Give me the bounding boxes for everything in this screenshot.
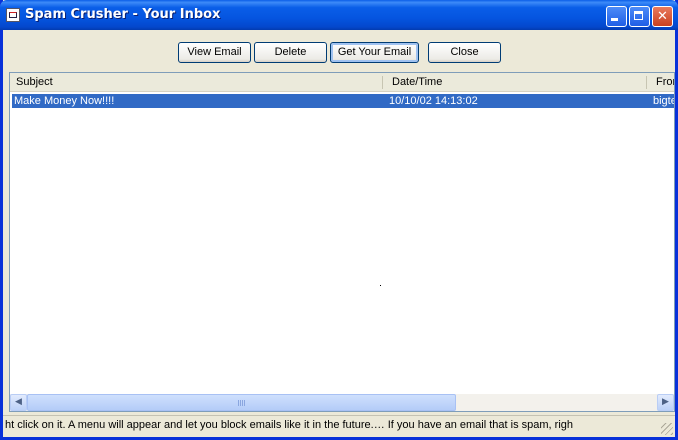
- stray-pixel: [380, 285, 381, 286]
- table-row[interactable]: Make Money Now!!!! 10/10/02 14:13:02 big…: [12, 94, 675, 108]
- status-marquee-text: ht click on it. A menu will appear and l…: [5, 419, 574, 431]
- app-icon[interactable]: [6, 8, 20, 22]
- window-title: Spam Crusher - Your Inbox: [25, 7, 221, 22]
- grip-icon: [237, 400, 246, 406]
- column-divider[interactable]: [646, 76, 647, 89]
- get-your-email-button[interactable]: Get Your Email: [330, 42, 419, 63]
- minimize-icon: [611, 18, 618, 21]
- cell-from: bigte: [653, 95, 675, 107]
- email-list[interactable]: Subject Date/Time From Make Money Now!!!…: [9, 72, 675, 412]
- cell-datetime: 10/10/02 14:13:02: [389, 95, 478, 107]
- column-header-datetime[interactable]: Date/Time: [386, 73, 646, 91]
- resize-grip-icon[interactable]: [661, 423, 673, 435]
- scroll-right-icon[interactable]: ▶: [657, 394, 674, 411]
- status-bar: ht click on it. A menu will appear and l…: [3, 415, 675, 437]
- list-header: Subject Date/Time From: [10, 73, 674, 92]
- minimize-button[interactable]: [606, 6, 627, 27]
- close-icon: ✕: [657, 9, 668, 24]
- maximize-button[interactable]: [629, 6, 650, 27]
- close-button[interactable]: Close: [428, 42, 501, 63]
- title-bar[interactable]: Spam Crusher - Your Inbox ✕: [0, 0, 678, 30]
- delete-button[interactable]: Delete: [254, 42, 327, 63]
- horizontal-scrollbar[interactable]: ◀ ▶: [10, 394, 674, 411]
- column-divider[interactable]: [382, 76, 383, 89]
- close-window-button[interactable]: ✕: [652, 6, 673, 27]
- column-header-subject[interactable]: Subject: [10, 73, 382, 91]
- spam-crusher-window: Spam Crusher - Your Inbox ✕ View Email D…: [0, 0, 678, 440]
- cell-subject: Make Money Now!!!!: [14, 95, 115, 107]
- maximize-icon: [634, 11, 643, 20]
- column-header-from[interactable]: From: [650, 73, 674, 91]
- view-email-button[interactable]: View Email: [178, 42, 251, 63]
- scroll-left-icon[interactable]: ◀: [10, 394, 27, 411]
- scrollbar-thumb[interactable]: [27, 394, 456, 411]
